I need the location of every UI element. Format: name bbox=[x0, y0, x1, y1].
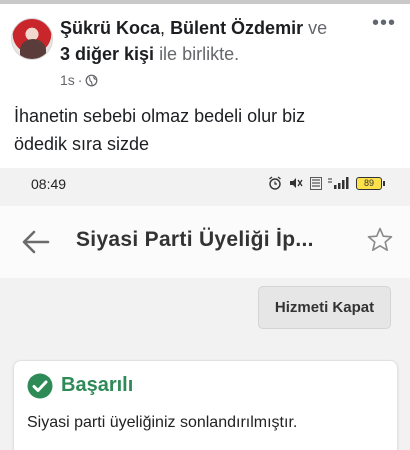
success-title: Başarılı bbox=[61, 374, 134, 396]
check-circle-icon bbox=[27, 373, 53, 399]
favorite-star-icon[interactable] bbox=[366, 226, 394, 254]
post-meta: 1s · bbox=[60, 72, 98, 88]
post-text-line-2: ödedik sıra sizde bbox=[14, 134, 150, 154]
post-tagged-line: 3 diğer kişi ile birlikte. bbox=[60, 44, 239, 65]
author-comma: , bbox=[160, 18, 166, 38]
status-time: 08:49 bbox=[31, 176, 67, 192]
more-options-icon[interactable]: ••• bbox=[372, 13, 396, 33]
author-primary-link[interactable]: Şükrü Koca bbox=[60, 18, 160, 38]
app-bar: Siyasi Parti Üyeliği İp... bbox=[0, 206, 410, 278]
page-title: Siyasi Parti Üyeliği İp... bbox=[76, 228, 314, 251]
back-arrow-icon[interactable] bbox=[20, 228, 50, 256]
close-service-button[interactable]: Hizmeti Kapat bbox=[258, 286, 391, 329]
success-message: Siyasi parti üyeliğiniz sonlandırılmıştı… bbox=[27, 414, 298, 431]
author-connector: ve bbox=[308, 18, 328, 38]
status-bar: 08:49 89 bbox=[0, 168, 410, 200]
globe-icon bbox=[86, 74, 98, 86]
alarm-icon bbox=[269, 176, 281, 190]
volte-icon bbox=[310, 176, 322, 190]
post-time[interactable]: 1s bbox=[60, 72, 75, 88]
post-authors-line: Şükrü Koca, Bülent Özdemir ve bbox=[60, 18, 327, 39]
author-secondary-link[interactable]: Bülent Özdemir bbox=[170, 18, 303, 38]
signal-icon bbox=[328, 177, 349, 189]
meta-separator: · bbox=[77, 72, 83, 88]
battery-icon: 89 bbox=[356, 176, 385, 190]
status-icons: 89 bbox=[268, 176, 385, 190]
embedded-phone-screenshot: 08:49 89 Siyasi Parti Üyeliği İp... Hizm… bbox=[0, 168, 410, 450]
author-avatar[interactable] bbox=[11, 18, 53, 60]
post-body: İhanetin sebebi olmaz bedeli olur biz öd… bbox=[14, 102, 399, 158]
success-alert: Başarılı Siyasi parti üyeliğiniz sonland… bbox=[13, 360, 398, 450]
post-header: Şükrü Koca, Bülent Özdemir ve 3 diğer ki… bbox=[0, 4, 410, 98]
with-text: ile birlikte. bbox=[159, 44, 240, 64]
others-link[interactable]: 3 diğer kişi bbox=[60, 44, 154, 64]
post-text-line-1: İhanetin sebebi olmaz bedeli olur biz bbox=[14, 106, 306, 126]
mute-icon bbox=[290, 178, 303, 188]
